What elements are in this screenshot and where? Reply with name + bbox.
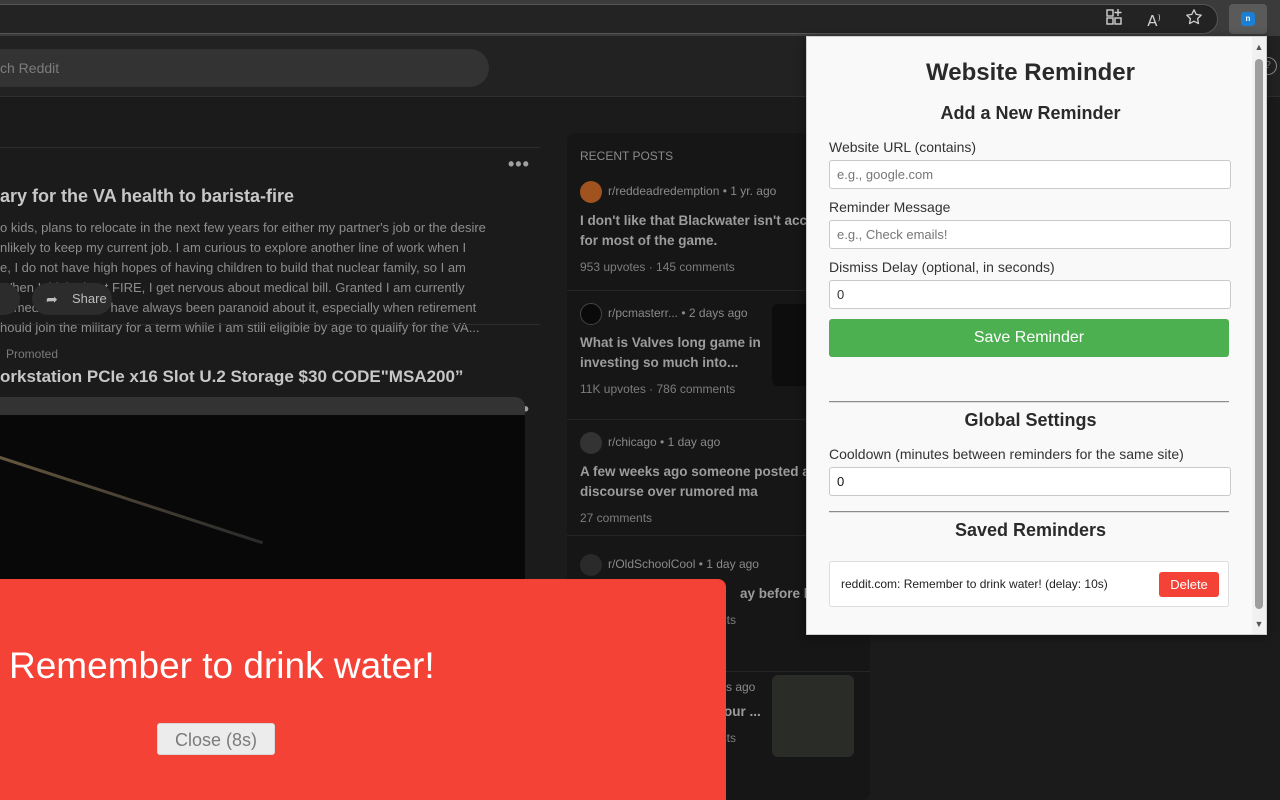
- popup-scrollbar[interactable]: ▲ ▼: [1252, 37, 1266, 634]
- read-aloud-glyph: A: [1147, 12, 1158, 30]
- share-button[interactable]: ➦ Share: [32, 283, 112, 315]
- saved-reminder-item: reddit.com: Remember to drink water! (de…: [829, 561, 1229, 607]
- ad-image[interactable]: [0, 397, 525, 597]
- screen: A) n ch Reddit ••• ary for the VA health…: [0, 0, 1280, 800]
- address-bar[interactable]: [0, 4, 1218, 34]
- save-reminder-button[interactable]: Save Reminder: [829, 319, 1229, 357]
- divider: [0, 324, 540, 325]
- reminder-overlay: Remember to drink water! Close (8s): [0, 579, 726, 800]
- message-input[interactable]: [829, 220, 1231, 249]
- post-body: o kids, plans to relocate in the next fe…: [0, 220, 486, 335]
- post-time: 1 yr. ago: [730, 184, 777, 199]
- ad-title[interactable]: orkstation PCIe x16 Slot U.2 Storage $30…: [0, 367, 463, 387]
- saved-reminder-text: reddit.com: Remember to drink water! (de…: [841, 577, 1108, 591]
- post-time: 2 days ago: [688, 306, 748, 321]
- subreddit-avatar: [580, 432, 602, 454]
- subreddit-name: r/pcmasterr...: [608, 306, 679, 321]
- recent-post[interactable]: r/pcmasterr... • 2 days ago What is Valv…: [580, 303, 770, 396]
- extension-icon: n: [1241, 12, 1255, 26]
- favorite-star-icon[interactable]: [1184, 8, 1204, 28]
- saved-reminders-heading: Saved Reminders: [954, 520, 1107, 540]
- share-label: Share: [72, 291, 107, 306]
- cooldown-input[interactable]: [829, 467, 1231, 496]
- post-time: 1 day ago: [706, 557, 759, 572]
- recent-post-title: What is Valves long game in investing so…: [580, 335, 761, 370]
- subreddit-avatar: [580, 181, 602, 203]
- recent-post-stats: 11K upvotes · 786 comments: [580, 382, 736, 396]
- message-label: Reminder Message: [829, 199, 951, 215]
- post-time: 1 day ago: [667, 435, 721, 450]
- ad-image-streak: [0, 448, 264, 545]
- url-input[interactable]: [829, 160, 1231, 189]
- reminder-message: Remember to drink water!: [9, 645, 435, 686]
- divider: [829, 401, 1229, 403]
- scroll-down-arrow-icon[interactable]: ▼: [1254, 619, 1264, 629]
- add-reminder-heading: Add a New Reminder: [940, 103, 1121, 123]
- divider: [0, 147, 540, 148]
- share-icon: ➦: [46, 291, 58, 307]
- subreddit-name: r/chicago: [608, 435, 657, 450]
- popup-content: Website Reminder Add a New Reminder Webs…: [807, 37, 1254, 634]
- apps-icon[interactable]: [1104, 8, 1124, 28]
- subreddit-avatar: [580, 554, 602, 576]
- subreddit-avatar: [580, 303, 602, 325]
- scroll-thumb[interactable]: [1255, 59, 1263, 609]
- post-title[interactable]: ary for the VA health to barista-fire: [0, 186, 294, 207]
- extension-popup: Website Reminder Add a New Reminder Webs…: [806, 36, 1267, 635]
- search-input[interactable]: ch Reddit: [0, 49, 489, 87]
- cooldown-label: Cooldown (minutes between reminders for …: [829, 446, 1184, 462]
- extension-button[interactable]: n: [1229, 4, 1267, 34]
- subreddit-name: r/reddeadredemption: [608, 184, 720, 199]
- post-more-button[interactable]: •••: [508, 154, 530, 175]
- delay-label: Dismiss Delay (optional, in seconds): [829, 259, 1055, 275]
- scroll-up-arrow-icon[interactable]: ▲: [1254, 42, 1264, 52]
- post-thumbnail[interactable]: [772, 675, 854, 757]
- delay-input[interactable]: [829, 280, 1231, 309]
- promoted-label: Promoted: [6, 347, 59, 361]
- subreddit-name: r/OldSchoolCool: [608, 557, 696, 572]
- browser-toolbar: A) n: [0, 0, 1280, 36]
- global-settings-heading: Global Settings: [964, 410, 1097, 430]
- recent-posts-heading: RECENT POSTS: [580, 149, 674, 163]
- search-placeholder: ch Reddit: [0, 60, 60, 76]
- delete-reminder-button[interactable]: Delete: [1159, 572, 1219, 597]
- url-label: Website URL (contains): [829, 139, 977, 155]
- close-reminder-button[interactable]: Close (8s): [157, 723, 275, 755]
- popup-title: Website Reminder: [926, 59, 1135, 86]
- divider: [829, 511, 1229, 513]
- read-aloud-icon[interactable]: A): [1144, 8, 1164, 30]
